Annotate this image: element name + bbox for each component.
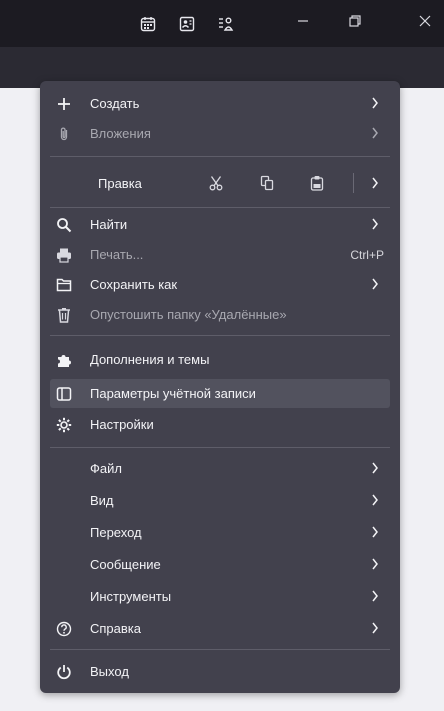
- chevron-right-icon: [368, 126, 382, 140]
- minimize-button[interactable]: [288, 10, 318, 36]
- menu-item-label: Справка: [90, 621, 141, 636]
- menu-item-quit[interactable]: Выход: [50, 657, 390, 686]
- copy-icon[interactable]: [258, 174, 276, 192]
- chevron-right-icon: [368, 461, 382, 475]
- chevron-right-icon: [368, 96, 382, 110]
- chevron-right-icon: [368, 557, 382, 571]
- menu-item-print[interactable]: Печать... Ctrl+P: [50, 240, 390, 269]
- calendar-icon[interactable]: [139, 15, 157, 33]
- menu-item-label: Выход: [90, 664, 129, 679]
- menu-item-settings[interactable]: Настройки: [50, 410, 390, 439]
- divider: [353, 173, 354, 193]
- power-icon: [54, 662, 74, 682]
- separator: [50, 156, 390, 157]
- folder-save-icon: [54, 275, 74, 295]
- menu-item-tools[interactable]: Инструменты: [50, 582, 390, 611]
- separator: [50, 335, 390, 336]
- search-icon: [54, 215, 74, 235]
- separator: [50, 649, 390, 650]
- menu-item-label: Файл: [90, 461, 122, 476]
- menu-item-label: Вложения: [90, 126, 151, 141]
- menu-item-empty-trash[interactable]: Опустошить папку «Удалённые»: [50, 300, 390, 329]
- menu-item-label: Дополнения и темы: [90, 352, 210, 367]
- menu-item-label: Параметры учётной записи: [90, 386, 256, 401]
- restore-icon: [349, 14, 361, 32]
- restore-button[interactable]: [340, 10, 370, 36]
- trash-icon: [54, 305, 74, 325]
- menu-item-label: Опустошить папку «Удалённые»: [90, 307, 287, 322]
- menu-item-help[interactable]: Справка: [50, 614, 390, 643]
- edit-label: Правка: [98, 175, 142, 191]
- menu-item-label: Переход: [90, 525, 142, 540]
- printer-icon: [54, 245, 74, 265]
- menu-item-view[interactable]: Вид: [50, 486, 390, 515]
- menu-item-save-as[interactable]: Сохранить как: [50, 270, 390, 299]
- menu-item-label: Сохранить как: [90, 277, 178, 292]
- menu-item-label: Создать: [90, 96, 140, 111]
- cut-icon[interactable]: [207, 174, 225, 192]
- menu-item-addons[interactable]: Дополнения и темы: [50, 345, 390, 374]
- help-icon: [54, 619, 74, 639]
- menu-edit-row: Правка: [50, 168, 390, 198]
- address-book-icon[interactable]: [178, 15, 196, 33]
- menu-item-file[interactable]: Файл: [50, 454, 390, 483]
- menu-item-account-settings[interactable]: Параметры учётной записи: [50, 379, 390, 408]
- chevron-right-icon: [368, 493, 382, 507]
- menu-item-label: Вид: [90, 493, 114, 508]
- plus-icon: [54, 94, 74, 114]
- paperclip-icon: [54, 124, 74, 144]
- menu-item-label: Инструменты: [90, 589, 172, 604]
- menu-item-message[interactable]: Сообщение: [50, 550, 390, 579]
- tasks-icon[interactable]: [217, 15, 235, 33]
- puzzle-icon: [54, 350, 74, 370]
- menu-item-create[interactable]: Создать: [50, 89, 390, 118]
- chevron-right-icon[interactable]: [368, 176, 382, 190]
- menu-item-label: Сообщение: [90, 557, 161, 572]
- separator: [50, 207, 390, 208]
- close-button[interactable]: [410, 10, 440, 36]
- menu-item-find[interactable]: Найти: [50, 210, 390, 239]
- menu-item-label: Печать...: [90, 247, 144, 262]
- chevron-right-icon: [368, 277, 382, 291]
- close-icon: [419, 14, 431, 32]
- paste-icon[interactable]: [308, 174, 326, 192]
- menu-item-label: Найти: [90, 217, 128, 232]
- account-icon: [54, 384, 74, 404]
- separator: [50, 447, 390, 448]
- shortcut-label: Ctrl+P: [350, 247, 384, 262]
- chevron-right-icon: [368, 621, 382, 635]
- gear-icon: [54, 415, 74, 435]
- chevron-right-icon: [368, 217, 382, 231]
- minimize-icon: [297, 14, 309, 32]
- menu-item-go[interactable]: Переход: [50, 518, 390, 547]
- title-bar: [0, 0, 444, 47]
- menu-item-attachments[interactable]: Вложения: [50, 119, 390, 148]
- menu-item-label: Настройки: [90, 417, 154, 432]
- chevron-right-icon: [368, 525, 382, 539]
- app-menu-panel: Создать Вложения Правка Найти Печать... …: [40, 81, 400, 693]
- chevron-right-icon: [368, 589, 382, 603]
